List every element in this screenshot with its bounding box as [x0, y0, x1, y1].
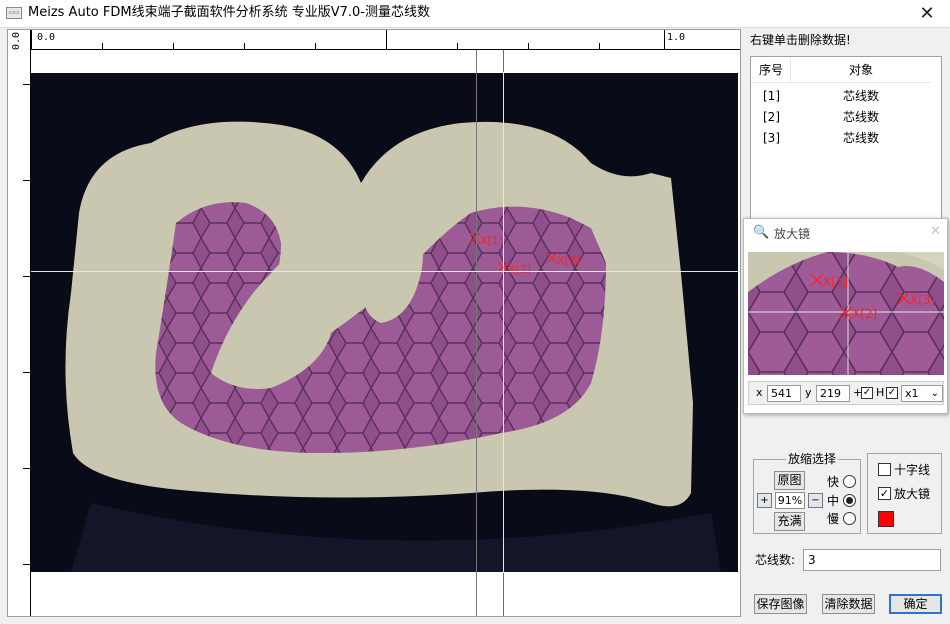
- zoom-percent-field[interactable]: 91%: [775, 492, 805, 509]
- ruler-tick: [599, 43, 600, 50]
- ruler-tick: [315, 43, 316, 50]
- crosshair-option-label: 十字线: [894, 463, 931, 477]
- window-title: Meizs Auto FDM线束端子截面软件分析系统 专业版V7.0-测量芯线数: [28, 5, 430, 20]
- clear-data-button[interactable]: 清除数据: [822, 594, 875, 614]
- magnifier-view: X[1] X[2] X[3]: [748, 252, 944, 375]
- ruler-tick: [664, 30, 665, 50]
- crosshair-vertical: [503, 50, 504, 616]
- row-index: [3]: [763, 131, 780, 145]
- ruler-tick: [23, 276, 31, 277]
- magnifier-title: 放大镜: [774, 227, 811, 241]
- ruler-tick: [23, 372, 31, 373]
- magnification-value: x1: [905, 387, 919, 400]
- ruler-tick: [102, 43, 103, 50]
- ruler-tick: [23, 84, 31, 85]
- list-header: 序号 对象: [751, 57, 931, 83]
- marker-label: X[2]: [508, 263, 531, 276]
- speed-fast-radio[interactable]: [843, 475, 856, 488]
- magnifier-toolbar: x 541 y 219 + ✓ H ✓ x1 ⌄: [748, 381, 944, 405]
- magnifier-option-label: 放大镜: [894, 487, 931, 501]
- h-checkbox[interactable]: ✓: [886, 387, 898, 399]
- chevron-down-icon: ⌄: [930, 388, 939, 399]
- header-object[interactable]: 对象: [849, 63, 873, 77]
- list-item[interactable]: [3] 芯线数: [751, 127, 931, 148]
- ruler-tick: [386, 30, 387, 50]
- ruler-tick: [173, 43, 174, 50]
- marker-label: X[3]: [557, 254, 580, 267]
- close-button[interactable]: ✕: [904, 0, 950, 28]
- row-object: 芯线数: [843, 89, 880, 103]
- cross-section-image[interactable]: X[1] X[2] X[3]: [31, 73, 738, 572]
- magnified-image: X[1] X[2] X[3]: [748, 252, 944, 375]
- ruler-tick: [528, 43, 529, 50]
- crosshair-vertical-top: [503, 50, 504, 72]
- magnifier-icon: 🔍: [753, 225, 770, 240]
- y-coordinate-field[interactable]: 219: [816, 385, 850, 402]
- magnifier-title-bar[interactable]: 🔍 放大镜 ✕: [744, 219, 947, 249]
- ruler-tick: [23, 564, 31, 565]
- horizontal-ruler: 0.0 1.0: [31, 30, 740, 50]
- save-image-button[interactable]: 保存图像: [754, 594, 807, 614]
- ruler-tick: [457, 43, 458, 50]
- vertical-ruler: 0.0: [8, 30, 31, 616]
- ruler-top-start: 0.0: [37, 32, 56, 43]
- image-viewer[interactable]: 0.0 1.0 0.0 X[1] X[2] X[3]: [7, 29, 741, 617]
- strand-count-label: 芯线数:: [755, 553, 796, 567]
- title-bar: ▭▭ Meizs Auto FDM线束端子截面软件分析系统 专业版V7.0-测量…: [0, 0, 950, 28]
- magnifier-close-icon[interactable]: ✕: [930, 225, 941, 239]
- crosshair-vertical-bottom: [503, 573, 504, 616]
- row-index: [1]: [763, 89, 780, 103]
- magnified-marker-label: X[2]: [852, 307, 877, 321]
- magnifier-option-checkbox[interactable]: ✓: [878, 487, 891, 500]
- speed-fast-label: 快: [827, 475, 840, 489]
- ruler-tick: [23, 468, 31, 469]
- row-object: 芯线数: [843, 131, 880, 145]
- marker-label: X[1]: [480, 234, 503, 247]
- crosshair-option-checkbox[interactable]: [878, 463, 891, 476]
- magnified-marker-label: X[1]: [823, 275, 848, 289]
- header-separator: [790, 59, 791, 81]
- speed-medium-radio[interactable]: [843, 494, 856, 507]
- strand-count-field[interactable]: 3: [803, 549, 941, 571]
- ruler-left-start: 0.0: [11, 31, 22, 50]
- zoom-legend: 放缩选择: [786, 452, 839, 466]
- terminal-cross-section: X[1] X[2] X[3]: [31, 73, 738, 572]
- crosshair-horizontal: [31, 271, 740, 272]
- fill-button[interactable]: 充满: [774, 512, 805, 531]
- ruler-tick: [23, 180, 31, 181]
- magnified-marker-label: X[3]: [910, 293, 935, 307]
- list-item[interactable]: [2] 芯线数: [751, 106, 931, 127]
- speed-slow-radio[interactable]: [843, 512, 856, 525]
- x-coordinate-field[interactable]: 541: [767, 385, 801, 402]
- speed-medium-label: 中: [827, 494, 840, 508]
- guide-line: [476, 50, 477, 616]
- display-options-group: 十字线 ✓ 放大镜: [867, 453, 942, 534]
- row-object: 芯线数: [843, 110, 880, 124]
- y-label: y: [805, 386, 812, 399]
- original-size-button[interactable]: 原图: [774, 471, 805, 490]
- zoom-group: 放缩选择 原图 + 91% − 充满 快 中 慢: [753, 452, 861, 534]
- magnifier-window[interactable]: 🔍 放大镜 ✕ X[1] X[2] X[3] x 541 y 219 + ✓ H…: [743, 218, 948, 414]
- zoom-in-icon[interactable]: +: [757, 493, 772, 508]
- data-list[interactable]: 序号 对象 [1] 芯线数 [2] 芯线数 [3] 芯线数: [750, 56, 942, 222]
- row-index: [2]: [763, 110, 780, 124]
- delete-hint: 右键单击删除数据!: [750, 33, 851, 47]
- ruler-tick: [244, 43, 245, 50]
- header-index[interactable]: 序号: [759, 63, 783, 77]
- zoom-out-icon[interactable]: −: [808, 493, 823, 508]
- x-label: x: [756, 386, 763, 399]
- speed-slow-label: 慢: [827, 512, 840, 526]
- ruler-tick: [31, 30, 32, 50]
- marker-color-swatch[interactable]: [878, 511, 894, 527]
- crosshair-checkbox[interactable]: ✓: [861, 387, 873, 399]
- app-icon: ▭▭: [6, 7, 22, 19]
- list-item[interactable]: [1] 芯线数: [751, 85, 931, 106]
- ok-button[interactable]: 确定: [889, 594, 942, 614]
- magnification-select[interactable]: x1 ⌄: [901, 385, 943, 402]
- h-label: H: [876, 386, 885, 399]
- ruler-top-end: 1.0: [667, 32, 686, 43]
